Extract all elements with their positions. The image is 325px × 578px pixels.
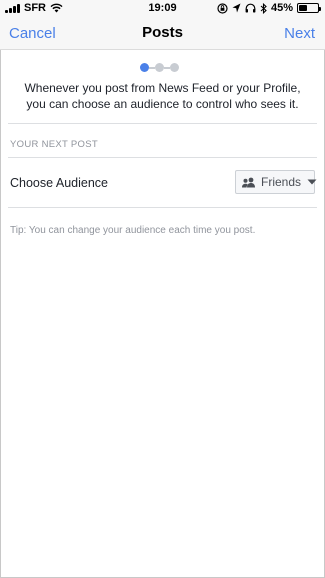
page-title: Posts [142, 24, 183, 41]
divider [8, 157, 317, 158]
step-dot [155, 63, 164, 72]
status-bar: SFR 19:09 45% [0, 0, 325, 18]
audience-selected-value: Friends [261, 175, 302, 189]
friends-icon [241, 177, 256, 188]
battery-icon [297, 3, 321, 13]
headphones-icon [245, 3, 256, 13]
screen-rotation-lock-icon [217, 2, 228, 14]
battery-fill [299, 5, 308, 11]
section-header: YOUR NEXT POST [10, 139, 98, 150]
tip-text: Tip: You can change your audience each t… [10, 225, 256, 236]
navigation-bar: Cancel Posts Next [0, 18, 325, 50]
divider [8, 123, 317, 124]
step-dot-active [140, 63, 149, 72]
status-right: 45% [217, 2, 321, 14]
next-button[interactable]: Next [284, 25, 315, 42]
caret-down-icon [307, 179, 317, 185]
intro-text: Whenever you post from News Feed or your… [24, 81, 301, 111]
choose-audience-label: Choose Audience [10, 176, 108, 190]
step-dot [170, 63, 179, 72]
audience-selector-button[interactable]: Friends [235, 170, 317, 194]
step-progress-indicator [140, 63, 179, 72]
bluetooth-icon [260, 2, 267, 14]
location-arrow-icon [232, 3, 241, 13]
battery-percent: 45% [270, 2, 293, 14]
divider [8, 207, 317, 208]
